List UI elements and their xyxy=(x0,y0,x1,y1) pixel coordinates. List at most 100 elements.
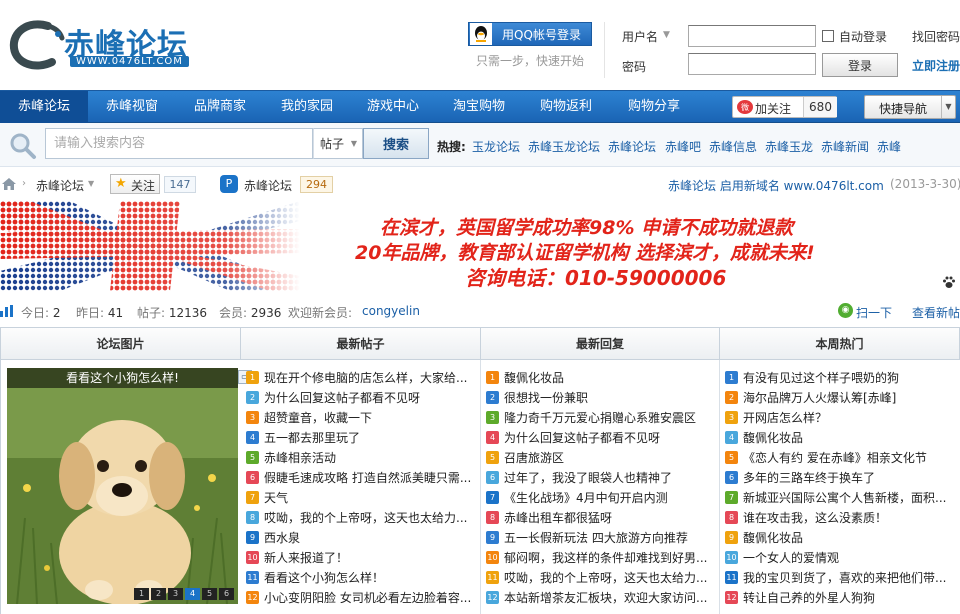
app-icon[interactable]: P xyxy=(220,175,238,193)
new-member-link[interactable]: congyelin xyxy=(362,304,420,318)
list-item[interactable]: 10 郁闷啊，我这样的条件却难找到好男... xyxy=(486,548,722,568)
site-logo[interactable]: 赤峰论坛 WWW.0476LT.COM xyxy=(8,14,189,76)
list-item[interactable]: 9 西水泉 xyxy=(246,528,482,548)
list-item-link[interactable]: 郁闷啊，我这样的条件却难找到好男... xyxy=(504,551,707,565)
list-item-link[interactable]: 超赞童音，收藏一下 xyxy=(264,411,372,425)
nav-item-games[interactable]: 游戏中心 xyxy=(350,91,436,123)
list-item[interactable]: 5 《恋人有约 爱在赤峰》相亲文化节 xyxy=(725,448,960,468)
scan-link[interactable]: 扫一下 xyxy=(856,304,892,321)
list-item[interactable]: 12 转让自己养的外星人狗狗 xyxy=(725,588,960,608)
home-icon[interactable] xyxy=(2,178,16,190)
list-item[interactable]: 2 海尔品牌万人火爆认筹[赤峰] xyxy=(725,388,960,408)
list-item-link[interactable]: 五一都去那里玩了 xyxy=(264,431,360,445)
list-item-link[interactable]: 有没有见过这个样子喂奶的狗 xyxy=(743,371,899,385)
list-item[interactable]: 7 天气 xyxy=(246,488,482,508)
list-item-link[interactable]: 过年了，我没了眼袋人也精神了 xyxy=(504,471,672,485)
login-button[interactable]: 登录 xyxy=(822,53,898,77)
list-item-link[interactable]: 小心变阴阳脸 女司机必看左边脸着容... xyxy=(264,591,471,605)
hot-term-link[interactable]: 赤峰信息 xyxy=(709,138,757,155)
list-item-link[interactable]: 新人来报道了！ xyxy=(264,551,348,565)
list-item-link[interactable]: 为什么回复这帖子都看不见呀 xyxy=(504,431,660,445)
list-item-link[interactable]: 召唐旅游区 xyxy=(504,451,564,465)
list-item[interactable]: 9 五一长假新玩法 四大旅游方向推荐 xyxy=(486,528,722,548)
list-item[interactable]: 10 新人来报道了！ xyxy=(246,548,482,568)
auto-login-label[interactable]: 自动登录 xyxy=(839,28,887,45)
list-item[interactable]: 11 哎呦，我的个上帝呀，这天也太给力... xyxy=(486,568,722,588)
list-item[interactable]: 12 小心变阴阳脸 女司机必看左边脸着容... xyxy=(246,588,482,608)
search-input[interactable]: 请输入搜索内容 xyxy=(45,128,313,159)
list-item-link[interactable]: 馥佩化妆品 xyxy=(743,431,803,445)
list-item[interactable]: 11 看看这个小狗怎么样！ xyxy=(246,568,482,588)
nav-item-window[interactable]: 赤峰视窗 xyxy=(88,91,176,123)
list-item-link[interactable]: 一个女人的爱情观 xyxy=(743,551,839,565)
photo-page-button[interactable]: 4 xyxy=(185,588,200,600)
hot-term-link[interactable]: 赤峰玉龙论坛 xyxy=(528,138,600,155)
photo-page-button[interactable]: 6 xyxy=(219,588,234,600)
list-item[interactable]: 3 超赞童音，收藏一下 xyxy=(246,408,482,428)
list-item[interactable]: 4 馥佩化妆品 xyxy=(725,428,960,448)
photo-page-button[interactable]: 5 xyxy=(202,588,217,600)
photo-page-button[interactable]: 3 xyxy=(168,588,183,600)
weibo-follow-button[interactable]: 微 加关注 680 xyxy=(732,96,837,118)
list-item[interactable]: 4 为什么回复这帖子都看不见呀 xyxy=(486,428,722,448)
list-item[interactable]: 12 本站新增茶友汇板块，欢迎大家访问... xyxy=(486,588,722,608)
list-item-link[interactable]: 转让自己养的外星人狗狗 xyxy=(743,591,875,605)
quick-nav-dropdown[interactable]: 快捷导航 ▼ xyxy=(864,95,956,119)
list-item-link[interactable]: 我的宝贝到货了，喜欢的来把他们带... xyxy=(743,571,946,585)
list-item[interactable]: 8 哎呦，我的个上帝呀，这天也太给力... xyxy=(246,508,482,528)
nav-item-share[interactable]: 购物分享 xyxy=(610,91,698,123)
list-item[interactable]: 11 我的宝贝到货了，喜欢的来把他们带... xyxy=(725,568,960,588)
announcement-link[interactable]: 赤峰论坛 启用新域名 www.0476lt.com xyxy=(668,177,884,194)
ad-banner[interactable]: 在滨才，英国留学成功率98% 申请不成功就退款 20年品牌，教育部认证留学机构 … xyxy=(0,201,960,291)
list-item-link[interactable]: 谁在攻击我，这么没素质！ xyxy=(743,511,887,525)
list-item-link[interactable]: 馥佩化妆品 xyxy=(743,531,803,545)
paw-icon[interactable] xyxy=(942,275,956,289)
qq-login-button[interactable]: 用QQ帐号登录 xyxy=(468,22,592,46)
list-item[interactable]: 3 隆力奇千万元爱心捐赠心系雅安震区 xyxy=(486,408,722,428)
list-item-link[interactable]: 假睫毛速成攻略 打造自然派美睫只需... xyxy=(264,471,471,485)
list-item[interactable]: 3 开网店怎么样？ xyxy=(725,408,960,428)
list-item[interactable]: 6 假睫毛速成攻略 打造自然派美睫只需... xyxy=(246,468,482,488)
photo-page-button[interactable]: 2 xyxy=(151,588,166,600)
list-item-link[interactable]: 为什么回复这帖子都看不见呀 xyxy=(264,391,420,405)
list-item[interactable]: 2 很想找一份兼职 xyxy=(486,388,722,408)
view-new-posts-link[interactable]: 查看新帖 xyxy=(912,304,960,321)
register-link[interactable]: 立即注册 xyxy=(912,57,960,74)
nav-item-rebate[interactable]: 购物返利 xyxy=(522,91,610,123)
forum-photo-slideshow[interactable]: 看看这个小狗怎么样! 1 2 3 4 5 6 xyxy=(7,368,238,604)
list-item[interactable]: 9 馥佩化妆品 xyxy=(725,528,960,548)
list-item[interactable]: 1 现在开个修电脑的店怎么样，大家给... xyxy=(246,368,482,388)
list-item-link[interactable]: 隆力奇千万元爱心捐赠心系雅安震区 xyxy=(504,411,696,425)
list-item-link[interactable]: 本站新增茶友汇板块，欢迎大家访问... xyxy=(504,591,707,605)
find-password-link[interactable]: 找回密码 xyxy=(912,28,960,45)
list-item[interactable]: 4 五一都去那里玩了 xyxy=(246,428,482,448)
hot-term-link[interactable]: 赤峰论坛 xyxy=(608,138,656,155)
hot-term-link[interactable]: 赤峰吧 xyxy=(665,138,701,155)
list-item[interactable]: 10 一个女人的爱情观 xyxy=(725,548,960,568)
search-type-select[interactable]: 帖子 ▼ xyxy=(313,128,363,159)
list-item-link[interactable]: 五一长假新玩法 四大旅游方向推荐 xyxy=(504,531,688,545)
photo-title[interactable]: 看看这个小狗怎么样! xyxy=(7,368,238,388)
list-item[interactable]: 1 有没有见过这个样子喂奶的狗 xyxy=(725,368,960,388)
auto-login-checkbox[interactable] xyxy=(822,30,834,42)
list-item-link[interactable]: 开网店怎么样？ xyxy=(743,411,827,425)
list-item[interactable]: 7 《生化战场》4月中旬开启内测 xyxy=(486,488,722,508)
follow-forum-button[interactable]: ★ 关注 xyxy=(110,174,160,194)
list-item-link[interactable]: 西水泉 xyxy=(264,531,300,545)
hot-term-link[interactable]: 赤峰 xyxy=(877,138,901,155)
chevron-down-icon[interactable]: ▼ xyxy=(663,30,670,40)
breadcrumb-forum[interactable]: 赤峰论坛 xyxy=(36,177,84,194)
list-item-link[interactable]: 赤峰出租车都很猛呀 xyxy=(504,511,612,525)
list-item-link[interactable]: 海尔品牌万人火爆认筹[赤峰] xyxy=(743,391,896,405)
list-item-link[interactable]: 天气 xyxy=(264,491,288,505)
list-item[interactable]: 6 过年了，我没了眼袋人也精神了 xyxy=(486,468,722,488)
list-item-link[interactable]: 《恋人有约 爱在赤峰》相亲文化节 xyxy=(743,451,927,465)
nav-item-home[interactable]: 我的家园 xyxy=(264,91,350,123)
list-item-link[interactable]: 馥佩化妆品 xyxy=(504,371,564,385)
list-item[interactable]: 7 新城亚兴国际公寓个人售新楼，面积... xyxy=(725,488,960,508)
list-item[interactable]: 6 多年的三路车终于换车了 xyxy=(725,468,960,488)
list-item[interactable]: 8 赤峰出租车都很猛呀 xyxy=(486,508,722,528)
search-button[interactable]: 搜索 xyxy=(363,128,429,159)
hot-term-link[interactable]: 玉龙论坛 xyxy=(472,138,520,155)
list-item-link[interactable]: 很想找一份兼职 xyxy=(504,391,588,405)
